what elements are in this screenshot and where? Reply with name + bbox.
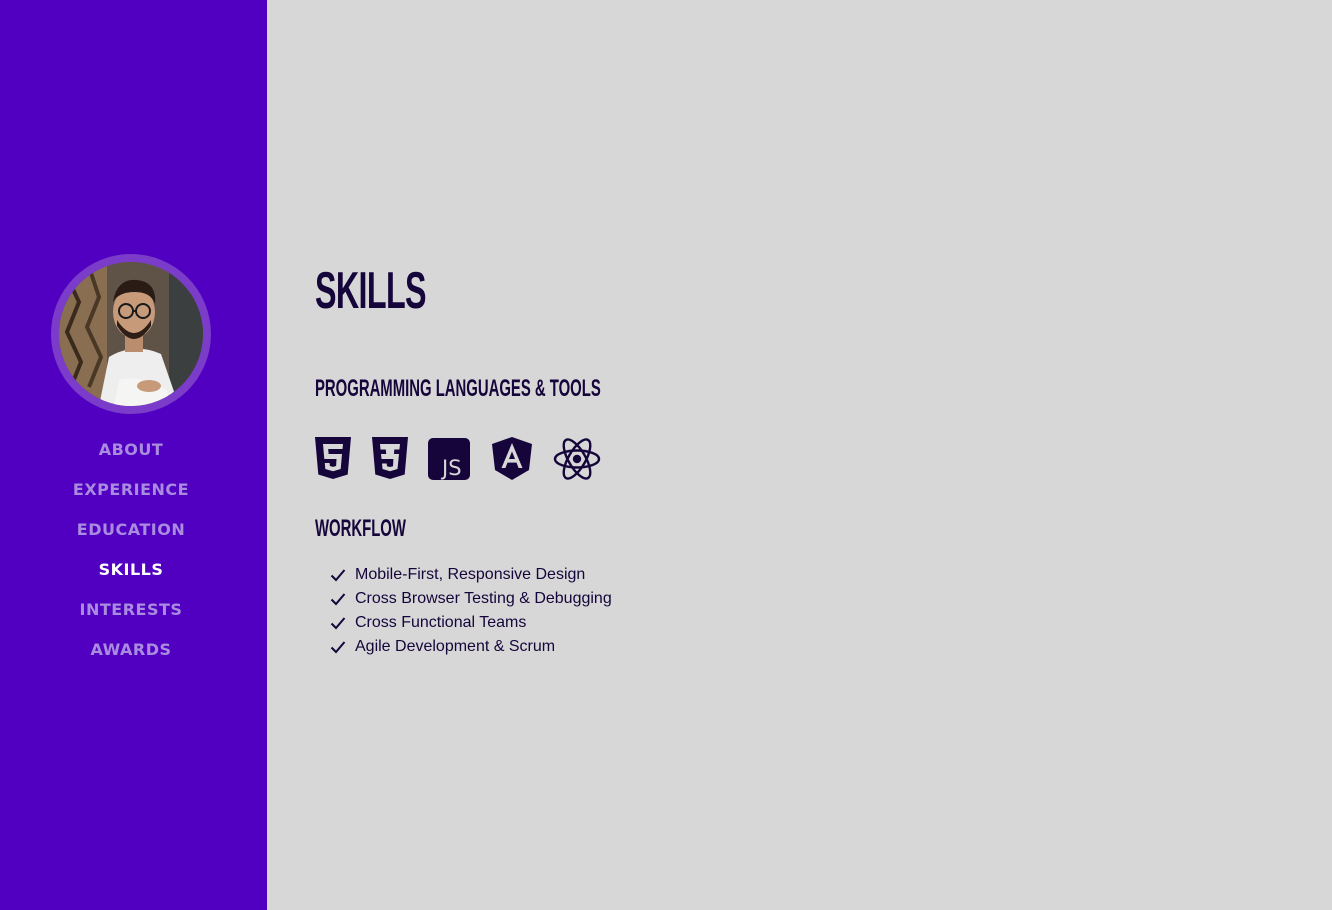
check-icon [330,569,346,582]
css3-icon [372,437,408,481]
list-item: Cross Browser Testing & Debugging [330,587,612,611]
workflow-item-text: Mobile-First, Responsive Design [355,566,586,583]
check-icon [330,641,346,654]
skills-section: SKILLS PROGRAMMING LANGUAGES & TOOLS JS [315,0,1295,910]
nav-item-experience: EXPERIENCE [0,480,262,520]
workflow-list: Mobile-First, Responsive Design Cross Br… [330,563,612,659]
list-item: Cross Functional Teams [330,611,612,635]
workflow-heading: WORKFLOW [315,515,406,542]
react-icon [553,437,601,481]
workflow-item-text: Cross Browser Testing & Debugging [355,590,612,607]
avatar-ring [51,254,211,414]
resume-page: ABOUT EXPERIENCE EDUCATION SKILLS INTERE… [0,0,1332,910]
html5-icon [315,437,351,481]
nav-link-experience[interactable]: EXPERIENCE [73,480,189,499]
nav-link-about[interactable]: ABOUT [99,440,164,459]
section-title: SKILLS [315,262,427,320]
nav-item-about: ABOUT [0,440,262,480]
sidebar: ABOUT EXPERIENCE EDUCATION SKILLS INTERE… [0,0,267,910]
angular-icon [492,437,532,481]
nav-link-skills[interactable]: SKILLS [99,560,164,579]
profile-photo [59,262,203,406]
languages-heading: PROGRAMMING LANGUAGES & TOOLS [315,375,601,402]
nav-item-interests: INTERESTS [0,600,262,640]
javascript-icon: JS [428,437,470,481]
nav-link-education[interactable]: EDUCATION [77,520,185,539]
workflow-item-text: Agile Development & Scrum [355,638,556,655]
check-icon [330,593,346,606]
nav-item-education: EDUCATION [0,520,262,560]
nav-item-awards: AWARDS [0,640,262,680]
avatar [59,262,203,406]
check-icon [330,617,346,630]
sidebar-nav: ABOUT EXPERIENCE EDUCATION SKILLS INTERE… [0,440,262,680]
list-item: Mobile-First, Responsive Design [330,563,612,587]
nav-link-awards[interactable]: AWARDS [90,640,171,659]
svg-text:JS: JS [440,456,462,480]
nav-link-interests[interactable]: INTERESTS [80,600,183,619]
workflow-item-text: Cross Functional Teams [355,614,527,631]
list-item: Agile Development & Scrum [330,635,612,659]
nav-item-skills: SKILLS [0,560,262,600]
